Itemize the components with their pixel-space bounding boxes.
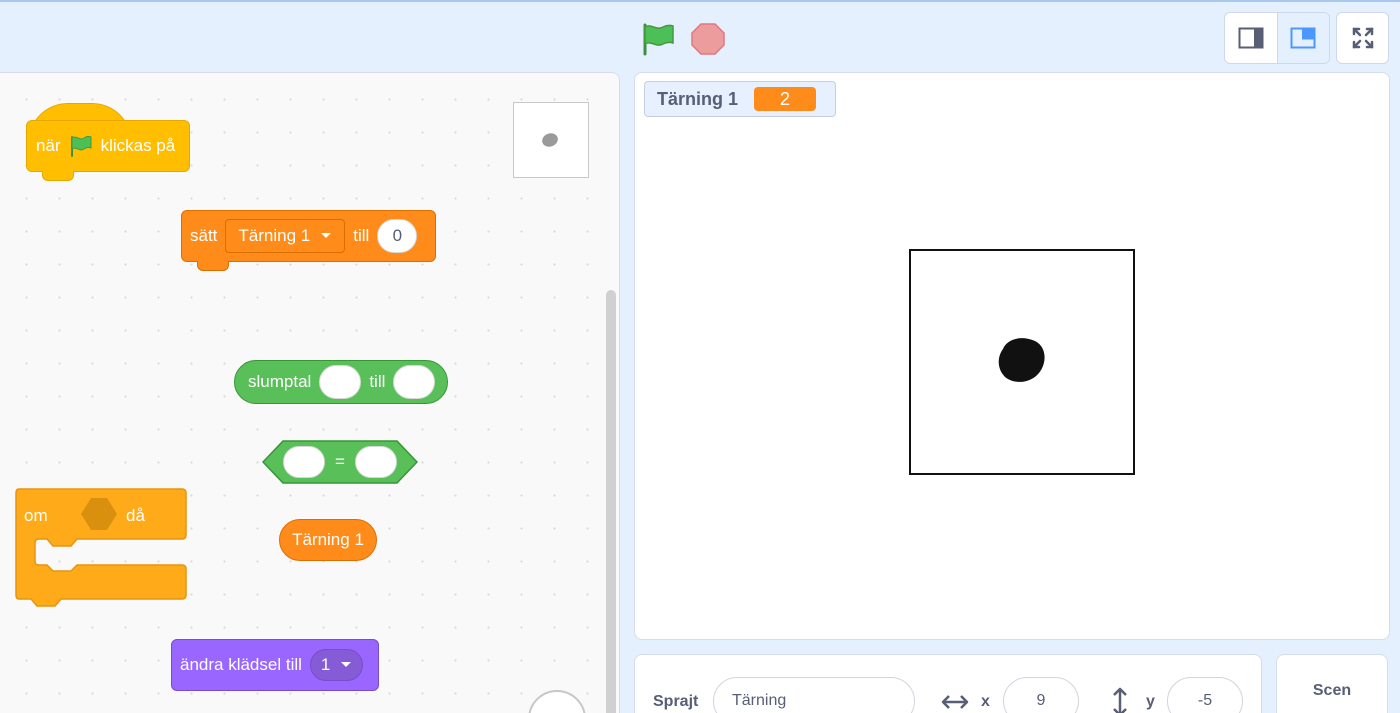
block-text: när	[36, 136, 61, 155]
die-dot-icon	[998, 338, 1045, 382]
equals-block[interactable]: =	[262, 440, 418, 484]
sprite-info-panel: Sprajt Tärning x 9 y -5	[634, 654, 1262, 713]
green-flag-icon	[643, 23, 674, 56]
monitor-value: 2	[754, 87, 817, 111]
small-stage-button[interactable]	[1225, 13, 1277, 63]
fullscreen-button[interactable]	[1336, 12, 1389, 64]
block-text: till	[369, 372, 386, 391]
caret-down-icon	[341, 662, 352, 667]
block-text: då	[126, 506, 145, 525]
stop-icon	[691, 23, 725, 55]
stop-button[interactable]	[690, 22, 726, 56]
y-input[interactable]: -5	[1167, 677, 1243, 713]
sprite-thumbnail	[513, 102, 589, 178]
block-text: Tärning 1	[292, 530, 364, 549]
green-flag-icon	[70, 135, 92, 157]
variable-monitor[interactable]: Tärning 1 2	[644, 81, 836, 117]
die-sprite[interactable]	[909, 249, 1135, 475]
variable-reporter-block[interactable]: Tärning 1	[279, 519, 377, 561]
fullscreen-icon	[1352, 27, 1373, 49]
costume-dropdown[interactable]: 1	[309, 649, 364, 681]
switch-costume-block[interactable]: ändra klädsel till 1	[171, 639, 379, 691]
block-text: till	[353, 226, 370, 245]
block-text: sätt	[190, 226, 218, 245]
sprite-name-input[interactable]: Tärning	[713, 677, 915, 713]
variable-name: Tärning 1	[238, 226, 311, 245]
vertical-arrows-icon	[1113, 687, 1127, 713]
stage-select-panel[interactable]: Scen	[1276, 654, 1388, 713]
block-text: om	[24, 506, 48, 525]
workspace-scrollbar[interactable]	[606, 290, 616, 713]
costume-value: 1	[320, 655, 331, 674]
y-label: y	[1146, 693, 1155, 710]
random-from-input[interactable]	[319, 365, 362, 399]
top-bar	[0, 0, 1400, 72]
horizontal-arrows-icon	[941, 695, 969, 709]
equals-right-input[interactable]	[354, 446, 397, 478]
block-text: ändra klädsel till	[180, 655, 302, 674]
small-stage-icon	[1238, 27, 1264, 49]
block-text: slumptal	[248, 372, 312, 391]
random-to-input[interactable]	[393, 365, 436, 399]
block-notch	[197, 261, 229, 271]
normal-stage-button[interactable]	[1276, 13, 1329, 63]
x-label: x	[981, 693, 990, 710]
x-input[interactable]: 9	[1003, 677, 1079, 713]
pick-random-block[interactable]: slumptal till	[234, 360, 448, 404]
set-variable-block[interactable]: sätt Tärning 1 till 0	[181, 210, 436, 262]
monitor-label: Tärning 1	[657, 88, 739, 109]
die-dot-icon	[542, 133, 558, 147]
block-text: klickas på	[100, 136, 176, 155]
sprite-label: Sprajt	[653, 693, 699, 710]
if-then-block[interactable]: om då	[15, 488, 187, 608]
block-text: =	[335, 452, 345, 471]
caret-down-icon	[321, 233, 332, 238]
normal-stage-icon	[1290, 27, 1316, 49]
variable-dropdown[interactable]: Tärning 1	[225, 219, 346, 253]
equals-left-input[interactable]	[283, 446, 326, 478]
green-flag-button[interactable]	[640, 22, 676, 56]
stage-label: Scen	[1312, 682, 1352, 699]
stage-size-toggle	[1224, 12, 1330, 64]
block-notch	[42, 171, 74, 181]
when-flag-clicked-block[interactable]: när klickas på	[26, 120, 190, 172]
stage[interactable]: Tärning 1 2	[634, 72, 1390, 640]
value-input[interactable]: 0	[377, 219, 418, 253]
